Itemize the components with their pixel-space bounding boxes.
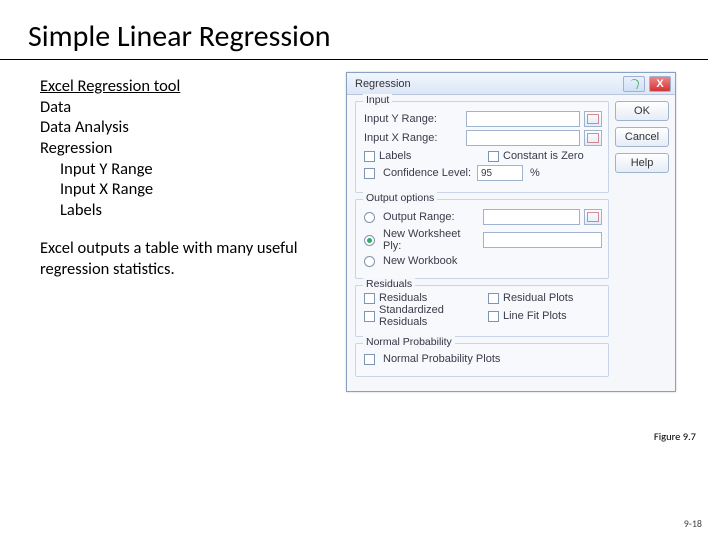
x-range-input[interactable] — [466, 130, 580, 146]
new-worksheet-input[interactable] — [483, 232, 602, 248]
output-range-radio[interactable] — [364, 212, 375, 223]
output-range-input[interactable] — [483, 209, 580, 225]
group-label: Normal Probability — [363, 336, 455, 348]
cancel-button[interactable]: Cancel — [615, 127, 669, 147]
notes-indent-line: Input X Range — [40, 179, 330, 200]
output-range-label: Output Range: — [383, 211, 479, 223]
constant-zero-checkbox[interactable] — [488, 151, 499, 162]
notes-line: Data Analysis — [40, 117, 330, 138]
new-worksheet-label: New Worksheet Ply: — [383, 228, 479, 252]
new-workbook-label: New Workbook — [383, 255, 457, 267]
std-residuals-label: Standardized Residuals — [379, 304, 478, 328]
help-icon[interactable] — [623, 76, 645, 92]
notes-heading: Excel Regression tool — [40, 76, 330, 97]
std-residuals-checkbox[interactable] — [364, 311, 375, 322]
y-range-input[interactable] — [466, 111, 580, 127]
group-input: Input Input Y Range: Input X Range: — [355, 101, 609, 193]
residuals-label: Residuals — [379, 292, 427, 304]
confidence-level-label: Confidence Level: — [383, 167, 473, 179]
y-range-label: Input Y Range: — [364, 113, 462, 125]
group-residuals: Residuals Residuals Residual Plots — [355, 285, 609, 337]
dialog-titlebar: Regression X — [347, 73, 675, 95]
normal-probability-label: Normal Probability Plots — [383, 353, 500, 365]
regression-dialog: Regression X Input Input Y Range: — [346, 72, 676, 392]
x-range-label: Input X Range: — [364, 132, 462, 144]
line-fit-plots-label: Line Fit Plots — [503, 310, 567, 322]
range-picker-icon[interactable] — [584, 209, 602, 225]
notes-line: Regression — [40, 138, 330, 159]
residual-plots-label: Residual Plots — [503, 292, 573, 304]
notes-line: Data — [40, 97, 330, 118]
residuals-checkbox[interactable] — [364, 293, 375, 304]
group-label: Output options — [363, 192, 437, 204]
notes-column: Excel Regression tool Data Data Analysis… — [0, 72, 340, 392]
group-output: Output options Output Range: New Workshe… — [355, 199, 609, 279]
labels-checkbox[interactable] — [364, 151, 375, 162]
dialog-title: Regression — [355, 78, 619, 90]
range-picker-icon[interactable] — [584, 130, 602, 146]
notes-paragraph: Excel outputs a table with many useful r… — [40, 238, 330, 279]
labels-checkbox-label: Labels — [379, 150, 411, 162]
confidence-level-input[interactable]: 95 — [477, 165, 523, 181]
confidence-level-unit: % — [530, 167, 540, 179]
confidence-level-checkbox[interactable] — [364, 168, 375, 179]
new-worksheet-radio[interactable] — [364, 235, 375, 246]
residual-plots-checkbox[interactable] — [488, 293, 499, 304]
group-label: Input — [363, 94, 392, 106]
new-workbook-radio[interactable] — [364, 256, 375, 267]
figure-caption: Figure 9.7 — [654, 430, 696, 443]
range-picker-icon[interactable] — [584, 111, 602, 127]
page-number: 9-18 — [684, 517, 702, 530]
group-normal-probability: Normal Probability Normal Probability Pl… — [355, 343, 609, 377]
slide-title: Simple Linear Regression — [0, 0, 708, 60]
normal-probability-checkbox[interactable] — [364, 354, 375, 365]
line-fit-plots-checkbox[interactable] — [488, 311, 499, 322]
close-icon[interactable]: X — [649, 76, 671, 92]
ok-button[interactable]: OK — [615, 101, 669, 121]
notes-indent-line: Labels — [40, 200, 330, 221]
group-label: Residuals — [363, 278, 415, 290]
constant-zero-label: Constant is Zero — [503, 150, 584, 162]
help-button[interactable]: Help — [615, 153, 669, 173]
notes-indent-line: Input Y Range — [40, 159, 330, 180]
